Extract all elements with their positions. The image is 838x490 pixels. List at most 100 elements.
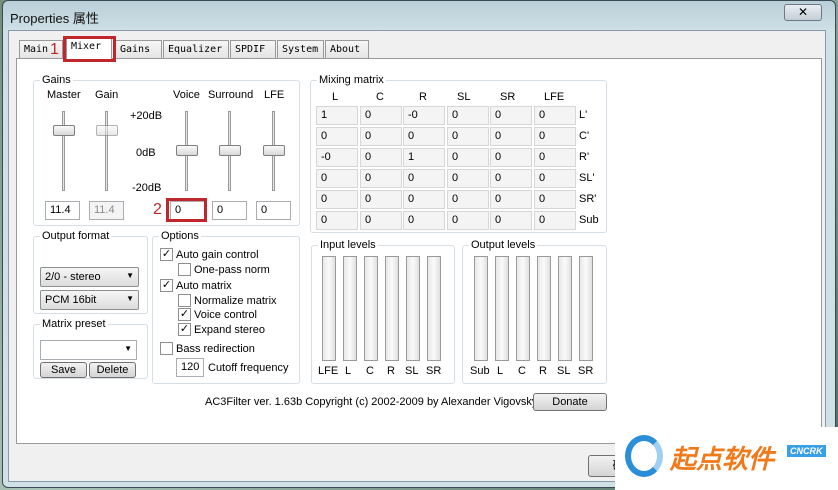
matrix-cell[interactable]: 0: [316, 211, 358, 230]
master-value-field[interactable]: 11.4: [45, 201, 80, 220]
lfe-value-field[interactable]: 0: [256, 201, 291, 220]
tab-about[interactable]: About: [325, 40, 369, 59]
matrix-cell[interactable]: -0: [403, 106, 445, 125]
surround-value-field[interactable]: 0: [212, 201, 247, 220]
matrix-row-label: R': [579, 151, 590, 163]
matrix-cell[interactable]: 0: [490, 127, 532, 146]
matrix-cell[interactable]: 0: [490, 106, 532, 125]
level-channel-label: R: [387, 365, 395, 377]
annotation-2: 2: [153, 201, 162, 218]
matrix-cell[interactable]: 0: [447, 148, 489, 167]
matrix-cell[interactable]: 0: [403, 211, 445, 230]
level-channel-label: R: [539, 365, 547, 377]
tab-spdif[interactable]: SPDIF: [230, 40, 276, 59]
save-button[interactable]: Save: [40, 362, 87, 378]
close-button[interactable]: ✕: [784, 4, 822, 21]
matrix-preset-label: Matrix preset: [40, 318, 108, 330]
level-meter: [474, 256, 488, 361]
matrix-cell[interactable]: 0: [534, 106, 576, 125]
level-meter: [579, 256, 593, 361]
matrix-cell[interactable]: 0: [403, 190, 445, 209]
level-channel-label: C: [366, 365, 374, 377]
matrix-cell[interactable]: 0: [316, 127, 358, 146]
highlight-voice-field: [166, 198, 207, 222]
matrix-cell[interactable]: 0: [490, 211, 532, 230]
tab-system[interactable]: System: [277, 40, 324, 59]
cutoff-frequency-label: Cutoff frequency: [208, 362, 289, 374]
matrix-cell[interactable]: 0: [490, 190, 532, 209]
annotation-1: 1: [50, 41, 59, 58]
gain-slider-thumb: [96, 125, 118, 136]
watermark-brand: 起点软件: [670, 444, 775, 474]
matrix-cell[interactable]: 1: [403, 148, 445, 167]
bass-redirection-checkbox[interactable]: [160, 342, 173, 355]
lfe-label: LFE: [264, 89, 285, 101]
chevron-down-icon: ▼: [126, 294, 134, 303]
matrix-cell[interactable]: 0: [360, 211, 402, 230]
matrix-cell[interactable]: 0: [360, 106, 402, 125]
format-select[interactable]: PCM 16bit ▼: [40, 290, 139, 310]
level-meter: [343, 256, 357, 361]
matrix-cell[interactable]: 1: [316, 106, 358, 125]
channels-select[interactable]: 2/0 - stereo ▼: [40, 267, 139, 287]
matrix-cell[interactable]: 0: [447, 190, 489, 209]
matrix-cell[interactable]: 0: [534, 190, 576, 209]
channels-value: 2/0 - stereo: [45, 271, 101, 283]
voice-slider-thumb[interactable]: [176, 145, 198, 156]
level-meter: [495, 256, 509, 361]
normalize-checkbox[interactable]: [178, 294, 191, 307]
level-channel-label: L: [345, 365, 352, 377]
matrix-cell[interactable]: 0: [360, 169, 402, 188]
gain-slider-track: [105, 111, 108, 191]
output-levels-label: Output levels: [469, 239, 538, 251]
matrix-cell[interactable]: 0: [447, 106, 489, 125]
matrix-cell[interactable]: 0: [403, 127, 445, 146]
matrix-cell[interactable]: 0: [316, 190, 358, 209]
one-pass-checkbox[interactable]: [178, 263, 191, 276]
format-value: PCM 16bit: [45, 294, 97, 306]
level-channel-label: SL: [557, 365, 571, 377]
tab-gains[interactable]: Gains: [115, 40, 162, 59]
matrix-cell[interactable]: 0: [534, 148, 576, 167]
auto-matrix-checkbox[interactable]: ✓: [160, 279, 173, 292]
matrix-cell[interactable]: 0: [316, 169, 358, 188]
matrix-cell[interactable]: 0: [447, 127, 489, 146]
matrix-col-header: C: [376, 91, 384, 103]
matrix-row-label: SR': [579, 193, 597, 205]
matrix-preset-combo[interactable]: ▼: [40, 340, 137, 360]
matrix-cell[interactable]: 0: [534, 169, 576, 188]
donate-button[interactable]: Donate: [533, 393, 607, 411]
matrix-cell[interactable]: -0: [316, 148, 358, 167]
master-slider-track[interactable]: [62, 111, 65, 191]
level-meter: [558, 256, 572, 361]
matrix-row-label: C': [579, 130, 590, 142]
level-meter: [385, 256, 399, 361]
matrix-cell[interactable]: 0: [534, 127, 576, 146]
matrix-cell[interactable]: 0: [490, 169, 532, 188]
matrix-cell[interactable]: 0: [447, 211, 489, 230]
level-channel-label: SR: [426, 365, 442, 377]
auto-matrix-label: Auto matrix: [176, 280, 232, 292]
surround-slider-thumb[interactable]: [219, 145, 241, 156]
matrix-cell[interactable]: 0: [447, 169, 489, 188]
normalize-label: Normalize matrix: [194, 295, 277, 307]
auto-gain-checkbox[interactable]: ✓: [160, 248, 173, 261]
chevron-down-icon: ▼: [124, 344, 132, 353]
voice-control-checkbox[interactable]: ✓: [178, 308, 191, 321]
matrix-cell[interactable]: 0: [490, 148, 532, 167]
matrix-cell[interactable]: 0: [360, 127, 402, 146]
matrix-cell[interactable]: 0: [360, 148, 402, 167]
scale-mid: 0dB: [136, 147, 156, 159]
lfe-slider-thumb[interactable]: [263, 145, 285, 156]
voice-control-label: Voice control: [194, 309, 257, 321]
expand-stereo-checkbox[interactable]: ✓: [178, 323, 191, 336]
matrix-cell[interactable]: 0: [534, 211, 576, 230]
surround-label: Surround: [208, 89, 254, 101]
cutoff-frequency-field[interactable]: 120: [176, 358, 204, 377]
delete-button[interactable]: Delete: [89, 362, 136, 378]
voice-label: Voice: [173, 89, 200, 101]
matrix-cell[interactable]: 0: [360, 190, 402, 209]
tab-equalizer[interactable]: Equalizer: [163, 40, 229, 59]
matrix-cell[interactable]: 0: [403, 169, 445, 188]
master-slider-thumb[interactable]: [53, 125, 75, 136]
